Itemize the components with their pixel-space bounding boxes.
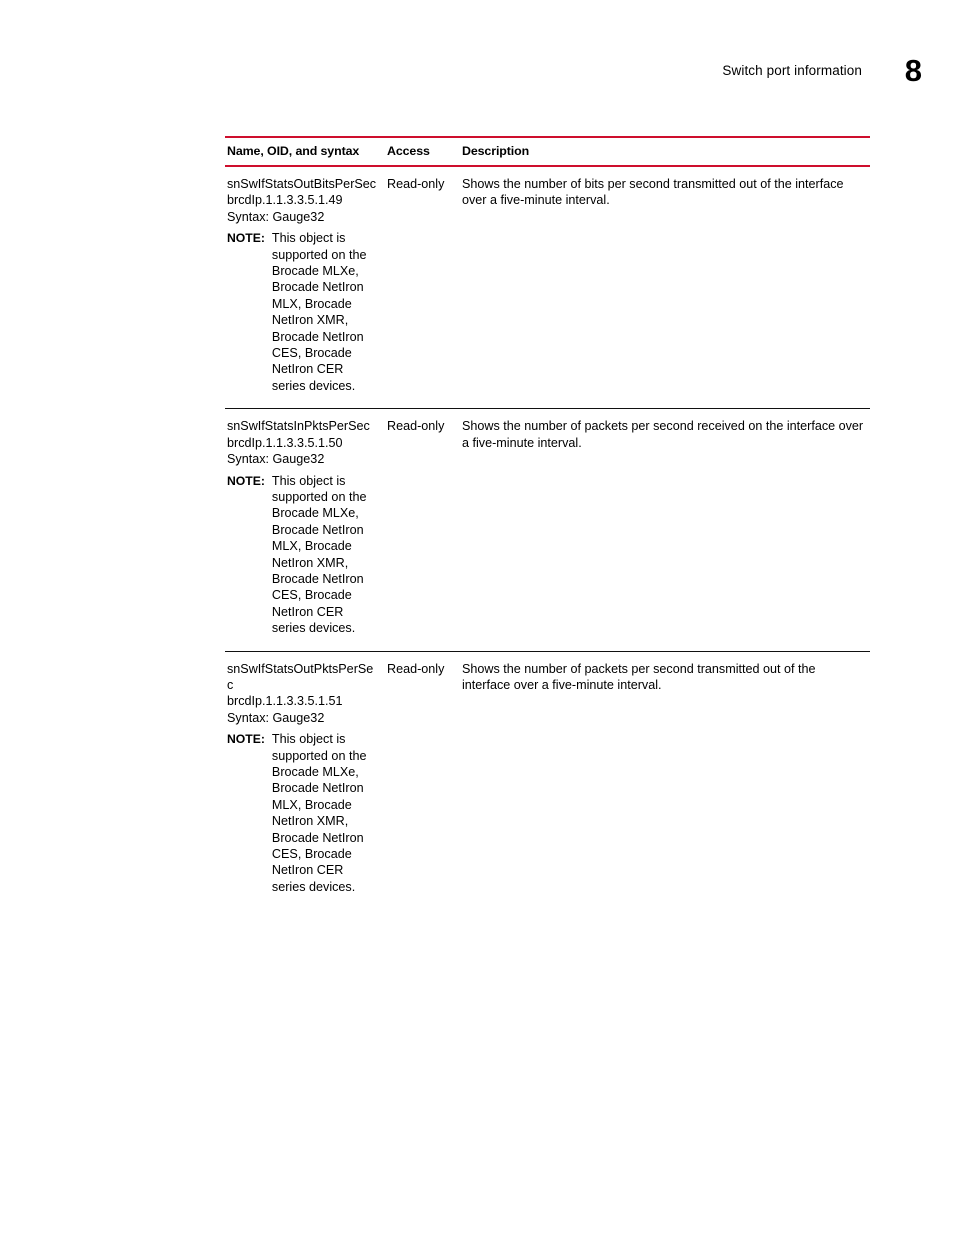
object-oid: brcdIp.1.1.3.3.5.1.50 [227, 435, 343, 450]
note-body: This object is supported on the Brocade … [271, 473, 367, 636]
note-label: NOTE: [227, 231, 265, 246]
column-header-description: Description [462, 144, 530, 158]
object-note: NOTE: This object is supported on the Br… [227, 230, 387, 394]
page-running-header: Switch port information 8 [0, 52, 954, 100]
access-value: Read-only [387, 419, 445, 434]
object-note: NOTE: This object is supported on the Br… [227, 473, 387, 637]
object-name: snSwIfStatsOutBitsPerSec [227, 177, 377, 191]
note-label: NOTE: [227, 732, 265, 747]
cell-description: Shows the number of packets per second r… [462, 418, 870, 636]
object-name: snSwIfStatsInPktsPerSec [227, 419, 370, 434]
description-text: Shows the number of packets per second t… [462, 661, 816, 692]
cell-access: Read-only [387, 661, 462, 896]
chapter-number: 8 [904, 53, 922, 88]
note-body: This object is supported on the Brocade … [271, 231, 367, 393]
cell-name-oid-syntax: snSwIfStatsOutPktsPerSec brcdIp.1.1.3.3.… [227, 661, 387, 896]
object-oid: brcdIp.1.1.3.3.5.1.51 [227, 694, 343, 709]
access-value: Read-only [387, 661, 445, 676]
cell-description: Shows the number of bits per second tran… [462, 176, 870, 394]
object-oid: brcdIp.1.1.3.3.5.1.49 [227, 193, 343, 208]
table-row: snSwIfStatsInPktsPerSec brcdIp.1.1.3.3.5… [225, 409, 870, 650]
object-name: snSwIfStatsOutPktsPerSec [227, 661, 374, 692]
note-label: NOTE: [227, 473, 265, 488]
description-text: Shows the number of bits per second tran… [462, 177, 844, 208]
object-syntax: Syntax: Gauge32 [227, 710, 325, 725]
cell-access: Read-only [387, 176, 462, 394]
cell-name-oid-syntax: snSwIfStatsOutBitsPerSec brcdIp.1.1.3.3.… [227, 176, 387, 394]
page-title: Switch port information [722, 63, 862, 78]
cell-description: Shows the number of packets per second t… [462, 661, 870, 896]
table-header-row: Name, OID, and syntax Access Description [225, 138, 870, 165]
object-note: NOTE: This object is supported on the Br… [227, 731, 387, 895]
cell-name-oid-syntax: snSwIfStatsInPktsPerSec brcdIp.1.1.3.3.5… [227, 418, 387, 636]
access-value: Read-only [387, 177, 445, 191]
object-syntax: Syntax: Gauge32 [227, 209, 325, 224]
mib-object-table: Name, OID, and syntax Access Description… [225, 136, 870, 909]
object-syntax: Syntax: Gauge32 [227, 452, 325, 467]
column-header-name: Name, OID, and syntax [227, 144, 360, 158]
column-header-access: Access [387, 144, 430, 158]
description-text: Shows the number of packets per second r… [462, 419, 864, 450]
cell-access: Read-only [387, 418, 462, 636]
table-row: snSwIfStatsOutPktsPerSec brcdIp.1.1.3.3.… [225, 652, 870, 910]
table-row: snSwIfStatsOutBitsPerSec brcdIp.1.1.3.3.… [225, 167, 870, 408]
note-body: This object is supported on the Brocade … [271, 732, 367, 894]
